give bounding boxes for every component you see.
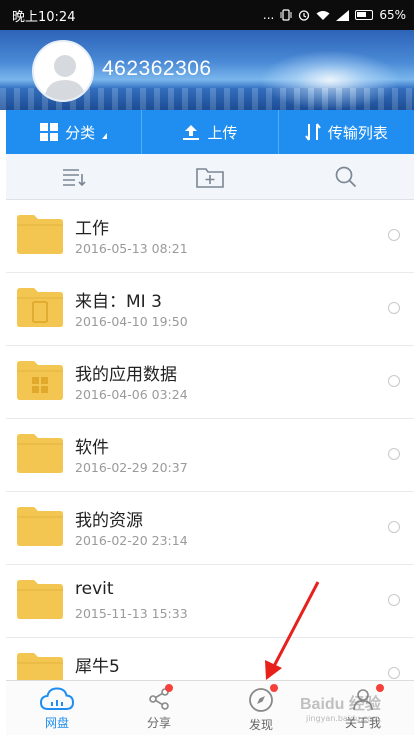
select-radio[interactable] xyxy=(388,448,400,460)
file-name: 来自：MI 3 xyxy=(75,292,162,312)
grid-icon xyxy=(40,123,59,141)
folder-icon xyxy=(17,215,63,254)
status-icons: ... 65% xyxy=(263,8,406,22)
nav-label: 网盘 xyxy=(44,716,69,730)
sort-button[interactable] xyxy=(6,154,142,199)
file-row[interactable]: 工作 2016-05-13 08:21 xyxy=(6,200,414,273)
file-row[interactable]: 我的应用数据 2016-04-06 03:24 xyxy=(6,346,414,419)
file-row[interactable]: 软件 2016-02-29 20:37 xyxy=(6,419,414,492)
file-date: 2015-11-13 15:33 xyxy=(75,606,188,621)
folder-icon xyxy=(17,580,63,619)
discover-badge xyxy=(270,684,278,692)
file-row[interactable]: 我的资源 2016-02-20 23:14 xyxy=(6,492,414,565)
nav-netdisk[interactable]: 网盘 xyxy=(6,681,108,735)
alarm-icon xyxy=(299,10,310,21)
file-date: 2016-04-06 03:24 xyxy=(75,387,188,402)
watermark-logo: Baidu 经验 xyxy=(300,696,381,713)
apps-folder-icon xyxy=(17,361,63,400)
file-date: 2016-05-13 08:21 xyxy=(75,241,188,256)
search-button[interactable] xyxy=(278,154,414,199)
select-radio[interactable] xyxy=(388,375,400,387)
file-name: 我的资源 xyxy=(75,511,143,531)
upload-label: 上传 xyxy=(207,123,238,142)
category-button[interactable]: 分类 xyxy=(6,110,143,154)
file-row[interactable]: revit 2015-11-13 15:33 xyxy=(6,565,414,638)
search-icon xyxy=(335,166,357,187)
select-radio[interactable] xyxy=(388,229,400,241)
upload-button[interactable]: 上传 xyxy=(142,110,279,154)
upload-icon xyxy=(183,125,200,140)
select-radio[interactable] xyxy=(388,521,400,533)
add-folder-icon xyxy=(196,167,224,188)
avatar[interactable] xyxy=(32,40,94,102)
file-row[interactable]: 犀牛5 xyxy=(6,638,414,680)
notification-dots: ... xyxy=(262,8,275,22)
status-bar: 晚上10:24 ... 65% xyxy=(0,0,414,30)
file-name: 工作 xyxy=(75,219,109,239)
file-date: 2016-04-10 19:50 xyxy=(75,314,188,329)
sort-list-icon xyxy=(63,168,86,186)
battery-icon xyxy=(355,10,374,20)
battery-level: 65% xyxy=(379,8,406,22)
file-list: 工作 2016-05-13 08:21 来自：MI 3 2016-04-10 1… xyxy=(6,200,414,680)
status-time: 晚上10:24 xyxy=(12,9,76,25)
transfer-icon xyxy=(305,123,321,141)
new-folder-button[interactable] xyxy=(142,154,278,199)
category-label: 分类 xyxy=(65,123,96,142)
cell-signal-icon xyxy=(336,9,350,21)
dropdown-triangle-icon xyxy=(102,133,108,139)
folder-icon xyxy=(17,434,63,473)
file-name: 犀牛5 xyxy=(75,657,120,677)
action-bar: 分类 上传 传输列表 xyxy=(6,110,414,154)
nav-discover[interactable]: 发现 xyxy=(210,681,312,735)
transfer-list-label: 传输列表 xyxy=(327,123,388,142)
file-date: 2016-02-29 20:37 xyxy=(75,460,188,475)
file-date: 2016-02-20 23:14 xyxy=(75,533,188,548)
nav-label: 分享 xyxy=(146,716,171,730)
folder-icon xyxy=(17,507,63,546)
select-radio[interactable] xyxy=(388,302,400,314)
nav-label: 发现 xyxy=(248,718,273,732)
username[interactable]: 462362306 xyxy=(102,57,212,81)
select-radio[interactable] xyxy=(388,594,400,606)
share-badge xyxy=(165,684,173,692)
phone-folder-icon xyxy=(17,288,63,327)
file-name: 我的应用数据 xyxy=(75,365,177,385)
profile-header: 462362306 xyxy=(0,30,414,110)
compass-icon xyxy=(249,688,273,712)
file-name: 软件 xyxy=(75,438,109,458)
watermark-url: jingyan.baidu.com xyxy=(306,714,380,723)
select-radio[interactable] xyxy=(388,667,400,679)
file-toolbar xyxy=(6,154,414,200)
vibrate-icon xyxy=(280,9,292,21)
nav-share[interactable]: 分享 xyxy=(108,681,210,735)
file-row[interactable]: 来自：MI 3 2016-04-10 19:50 xyxy=(6,273,414,346)
folder-icon xyxy=(17,653,63,680)
wifi-icon xyxy=(316,10,330,20)
cloud-icon xyxy=(40,687,74,710)
file-name: revit xyxy=(75,579,114,599)
transfer-list-button[interactable]: 传输列表 xyxy=(279,110,414,154)
